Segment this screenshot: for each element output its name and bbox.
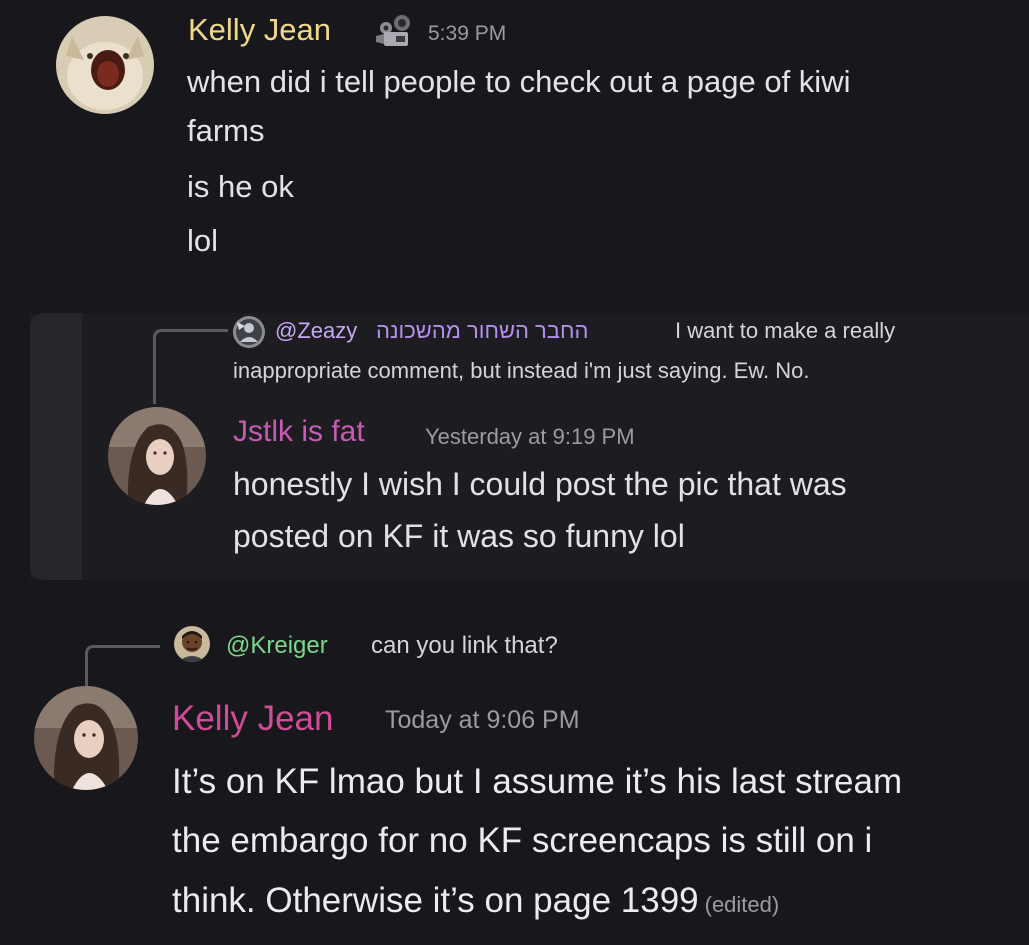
reply-mention[interactable]: @Kreiger	[226, 632, 328, 660]
message-text: It’s on KF lmao but I assume it’s his la…	[172, 762, 903, 801]
message-text: the embargo for no KF screencaps is stil…	[172, 821, 873, 860]
highlight-bar	[30, 313, 82, 580]
reply-author[interactable]: החבר השחור מהשכונה	[376, 318, 588, 344]
message-author[interactable]: Kelly Jean	[188, 12, 331, 48]
message-text: is he ok	[187, 169, 294, 204]
camera-badge-icon	[372, 14, 416, 50]
message-text-last: think. Otherwise it’s on page 1399 (edite…	[172, 881, 779, 921]
reply-spine	[153, 329, 228, 404]
reply-mention[interactable]: @Zeazy	[275, 318, 357, 344]
message-author[interactable]: Jstlk is fat	[233, 415, 365, 449]
edited-label: (edited)	[704, 892, 780, 917]
chat-view: Kelly Jean 5:39 PM when did i tell peopl…	[0, 0, 1029, 945]
message-timestamp: Yesterday at 9:19 PM	[425, 424, 635, 449]
message-timestamp: 5:39 PM	[428, 22, 507, 45]
message-text: farms	[187, 113, 265, 148]
reply-preview-text[interactable]: inappropriate comment, but instead i'm j…	[233, 358, 809, 384]
reply-preview-text[interactable]: I want to make a really	[675, 318, 895, 344]
reply-avatar[interactable]	[233, 316, 265, 348]
message-text: posted on KF it was so funny lol	[233, 518, 685, 554]
user-avatar[interactable]	[34, 686, 138, 790]
reply-preview-text[interactable]: can you link that?	[371, 632, 558, 660]
message-text: lol	[187, 223, 219, 258]
message-author[interactable]: Kelly Jean	[172, 699, 333, 739]
message-text: think. Otherwise it’s on page 1399	[172, 881, 699, 920]
user-avatar[interactable]	[108, 407, 206, 505]
message-text: honestly I wish I could post the pic tha…	[233, 466, 847, 502]
reply-spine	[85, 645, 160, 688]
message-text: when did i tell people to check out a pa…	[187, 64, 851, 99]
reply-avatar[interactable]	[174, 626, 210, 662]
user-avatar[interactable]	[56, 16, 154, 114]
message-timestamp: Today at 9:06 PM	[385, 706, 580, 734]
